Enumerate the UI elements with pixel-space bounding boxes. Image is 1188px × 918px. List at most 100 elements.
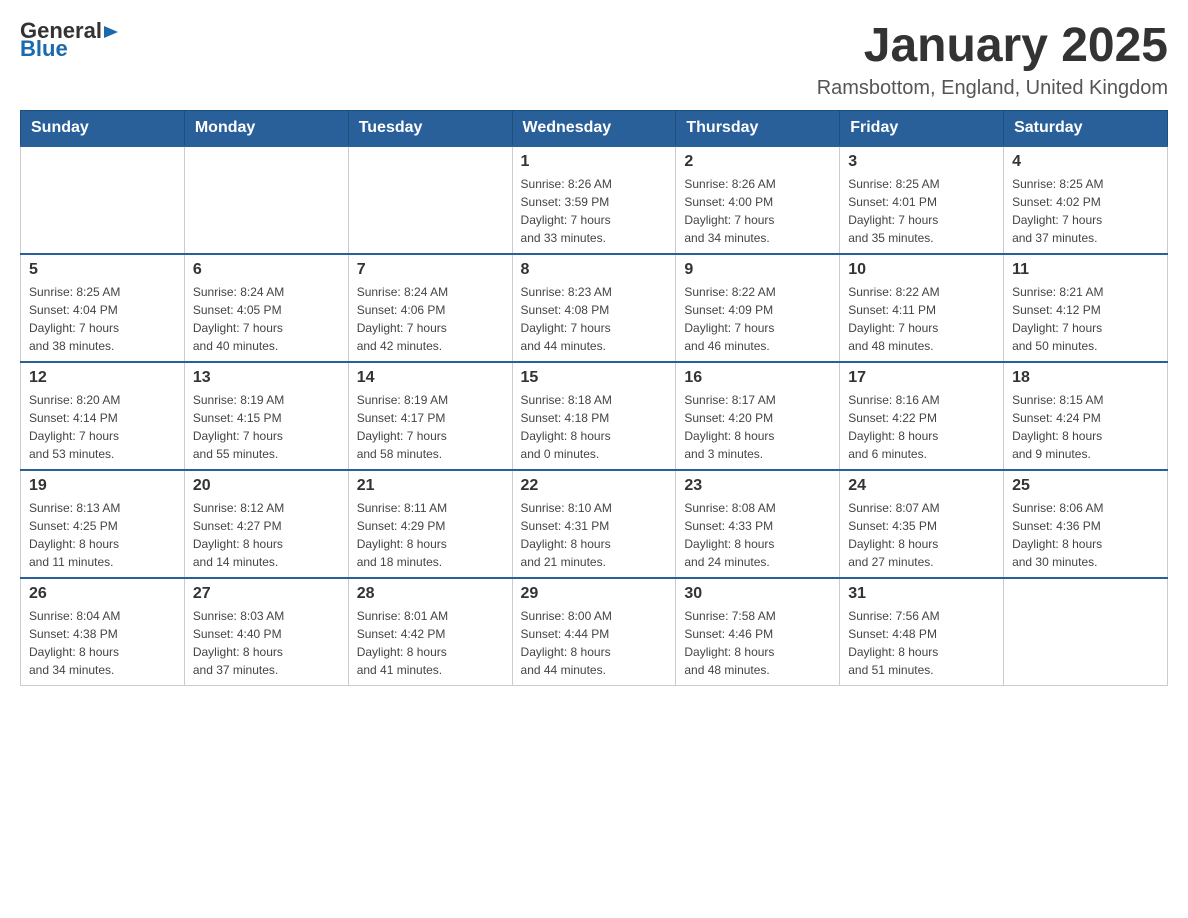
calendar-header-row: SundayMondayTuesdayWednesdayThursdayFrid… xyxy=(21,110,1168,146)
calendar-cell: 2 Sunrise: 8:26 AM Sunset: 4:00 PM Daylig… xyxy=(676,146,840,254)
day-info: Sunrise: 8:07 AM Sunset: 4:35 PM Dayligh… xyxy=(848,499,995,571)
calendar-cell: 21 Sunrise: 8:11 AM Sunset: 4:29 PM Dayli… xyxy=(348,470,512,578)
day-number: 12 xyxy=(29,369,176,387)
day-number: 30 xyxy=(684,585,831,603)
week-row-2: 5Sunrise: 8:25 AM Sunset: 4:04 PM Daylig… xyxy=(21,254,1168,362)
col-header-wednesday: Wednesday xyxy=(512,110,676,146)
day-number: 2 xyxy=(684,153,831,171)
calendar-cell: 3 Sunrise: 8:25 AM Sunset: 4:01 PM Daylig… xyxy=(840,146,1004,254)
week-row-1: 1 Sunrise: 8:26 AM Sunset: 3:59 PM Daylig… xyxy=(21,146,1168,254)
location-text: Ramsbottom, England, United Kingdom xyxy=(817,77,1168,100)
day-number: 31 xyxy=(848,585,995,603)
day-info: Sunrise: 8:26 AM Sunset: 3:59 PM Dayligh… xyxy=(521,175,668,247)
calendar-cell xyxy=(21,146,185,254)
day-info: Sunrise: 8:25 AM Sunset: 4:02 PM Dayligh… xyxy=(1012,175,1159,247)
day-number: 3 xyxy=(848,153,995,171)
day-number: 28 xyxy=(357,585,504,603)
logo: General Blue xyxy=(20,20,120,60)
day-number: 18 xyxy=(1012,369,1159,387)
day-info: Sunrise: 7:58 AM Sunset: 4:46 PM Dayligh… xyxy=(684,607,831,679)
calendar-cell: 5Sunrise: 8:25 AM Sunset: 4:04 PM Daylig… xyxy=(21,254,185,362)
day-info: Sunrise: 8:13 AM Sunset: 4:25 PM Dayligh… xyxy=(29,499,176,571)
day-info: Sunrise: 8:17 AM Sunset: 4:20 PM Dayligh… xyxy=(684,391,831,463)
title-area: January 2025 Ramsbottom, England, United… xyxy=(817,20,1168,100)
day-number: 11 xyxy=(1012,261,1159,279)
day-number: 8 xyxy=(521,261,668,279)
day-number: 10 xyxy=(848,261,995,279)
day-info: Sunrise: 8:23 AM Sunset: 4:08 PM Dayligh… xyxy=(521,283,668,355)
day-info: Sunrise: 8:25 AM Sunset: 4:01 PM Dayligh… xyxy=(848,175,995,247)
day-info: Sunrise: 8:20 AM Sunset: 4:14 PM Dayligh… xyxy=(29,391,176,463)
week-row-5: 26Sunrise: 8:04 AM Sunset: 4:38 PM Dayli… xyxy=(21,578,1168,686)
day-number: 21 xyxy=(357,477,504,495)
day-number: 1 xyxy=(521,153,668,171)
day-number: 15 xyxy=(521,369,668,387)
day-number: 23 xyxy=(684,477,831,495)
day-info: Sunrise: 8:11 AM Sunset: 4:29 PM Dayligh… xyxy=(357,499,504,571)
month-title: January 2025 xyxy=(817,20,1168,73)
calendar-cell: 23Sunrise: 8:08 AM Sunset: 4:33 PM Dayli… xyxy=(676,470,840,578)
calendar-cell xyxy=(1004,578,1168,686)
col-header-friday: Friday xyxy=(840,110,1004,146)
day-number: 19 xyxy=(29,477,176,495)
calendar-cell: 15Sunrise: 8:18 AM Sunset: 4:18 PM Dayli… xyxy=(512,362,676,470)
col-header-sunday: Sunday xyxy=(21,110,185,146)
col-header-saturday: Saturday xyxy=(1004,110,1168,146)
col-header-tuesday: Tuesday xyxy=(348,110,512,146)
calendar-cell xyxy=(348,146,512,254)
day-number: 17 xyxy=(848,369,995,387)
day-info: Sunrise: 8:22 AM Sunset: 4:11 PM Dayligh… xyxy=(848,283,995,355)
calendar-cell: 24 Sunrise: 8:07 AM Sunset: 4:35 PM Dayli… xyxy=(840,470,1004,578)
day-info: Sunrise: 8:06 AM Sunset: 4:36 PM Dayligh… xyxy=(1012,499,1159,571)
day-info: Sunrise: 8:19 AM Sunset: 4:17 PM Dayligh… xyxy=(357,391,504,463)
calendar-cell: 31 Sunrise: 7:56 AM Sunset: 4:48 PM Dayli… xyxy=(840,578,1004,686)
calendar-cell: 16 Sunrise: 8:17 AM Sunset: 4:20 PM Dayli… xyxy=(676,362,840,470)
calendar-cell: 28 Sunrise: 8:01 AM Sunset: 4:42 PM Dayli… xyxy=(348,578,512,686)
logo-blue: Blue xyxy=(20,38,120,60)
calendar-cell: 4 Sunrise: 8:25 AM Sunset: 4:02 PM Daylig… xyxy=(1004,146,1168,254)
day-number: 27 xyxy=(193,585,340,603)
day-info: Sunrise: 8:10 AM Sunset: 4:31 PM Dayligh… xyxy=(521,499,668,571)
day-number: 29 xyxy=(521,585,668,603)
calendar-cell: 22Sunrise: 8:10 AM Sunset: 4:31 PM Dayli… xyxy=(512,470,676,578)
day-info: Sunrise: 8:03 AM Sunset: 4:40 PM Dayligh… xyxy=(193,607,340,679)
calendar-cell: 8 Sunrise: 8:23 AM Sunset: 4:08 PM Daylig… xyxy=(512,254,676,362)
day-info: Sunrise: 8:25 AM Sunset: 4:04 PM Dayligh… xyxy=(29,283,176,355)
day-number: 9 xyxy=(684,261,831,279)
calendar-cell: 19 Sunrise: 8:13 AM Sunset: 4:25 PM Dayli… xyxy=(21,470,185,578)
day-info: Sunrise: 8:00 AM Sunset: 4:44 PM Dayligh… xyxy=(521,607,668,679)
day-info: Sunrise: 8:12 AM Sunset: 4:27 PM Dayligh… xyxy=(193,499,340,571)
calendar-cell: 10 Sunrise: 8:22 AM Sunset: 4:11 PM Dayli… xyxy=(840,254,1004,362)
day-number: 4 xyxy=(1012,153,1159,171)
week-row-3: 12 Sunrise: 8:20 AM Sunset: 4:14 PM Dayli… xyxy=(21,362,1168,470)
calendar-cell: 11 Sunrise: 8:21 AM Sunset: 4:12 PM Dayli… xyxy=(1004,254,1168,362)
day-info: Sunrise: 8:21 AM Sunset: 4:12 PM Dayligh… xyxy=(1012,283,1159,355)
page-header: General Blue January 2025 Ramsbottom, En… xyxy=(20,20,1168,100)
day-info: Sunrise: 8:15 AM Sunset: 4:24 PM Dayligh… xyxy=(1012,391,1159,463)
calendar-cell: 13 Sunrise: 8:19 AM Sunset: 4:15 PM Dayli… xyxy=(184,362,348,470)
day-info: Sunrise: 8:24 AM Sunset: 4:05 PM Dayligh… xyxy=(193,283,340,355)
calendar-cell: 29 Sunrise: 8:00 AM Sunset: 4:44 PM Dayli… xyxy=(512,578,676,686)
calendar-cell: 20 Sunrise: 8:12 AM Sunset: 4:27 PM Dayli… xyxy=(184,470,348,578)
calendar-cell: 17Sunrise: 8:16 AM Sunset: 4:22 PM Dayli… xyxy=(840,362,1004,470)
day-number: 7 xyxy=(357,261,504,279)
day-info: Sunrise: 8:01 AM Sunset: 4:42 PM Dayligh… xyxy=(357,607,504,679)
day-number: 20 xyxy=(193,477,340,495)
calendar-cell: 12 Sunrise: 8:20 AM Sunset: 4:14 PM Dayli… xyxy=(21,362,185,470)
calendar-cell: 1 Sunrise: 8:26 AM Sunset: 3:59 PM Daylig… xyxy=(512,146,676,254)
day-info: Sunrise: 8:26 AM Sunset: 4:00 PM Dayligh… xyxy=(684,175,831,247)
day-number: 13 xyxy=(193,369,340,387)
day-number: 24 xyxy=(848,477,995,495)
day-info: Sunrise: 8:24 AM Sunset: 4:06 PM Dayligh… xyxy=(357,283,504,355)
day-number: 16 xyxy=(684,369,831,387)
calendar-cell: 25Sunrise: 8:06 AM Sunset: 4:36 PM Dayli… xyxy=(1004,470,1168,578)
day-info: Sunrise: 8:19 AM Sunset: 4:15 PM Dayligh… xyxy=(193,391,340,463)
calendar-cell: 18 Sunrise: 8:15 AM Sunset: 4:24 PM Dayli… xyxy=(1004,362,1168,470)
col-header-thursday: Thursday xyxy=(676,110,840,146)
day-info: Sunrise: 8:04 AM Sunset: 4:38 PM Dayligh… xyxy=(29,607,176,679)
day-info: Sunrise: 7:56 AM Sunset: 4:48 PM Dayligh… xyxy=(848,607,995,679)
calendar-cell: 26Sunrise: 8:04 AM Sunset: 4:38 PM Dayli… xyxy=(21,578,185,686)
calendar-cell xyxy=(184,146,348,254)
col-header-monday: Monday xyxy=(184,110,348,146)
week-row-4: 19 Sunrise: 8:13 AM Sunset: 4:25 PM Dayli… xyxy=(21,470,1168,578)
